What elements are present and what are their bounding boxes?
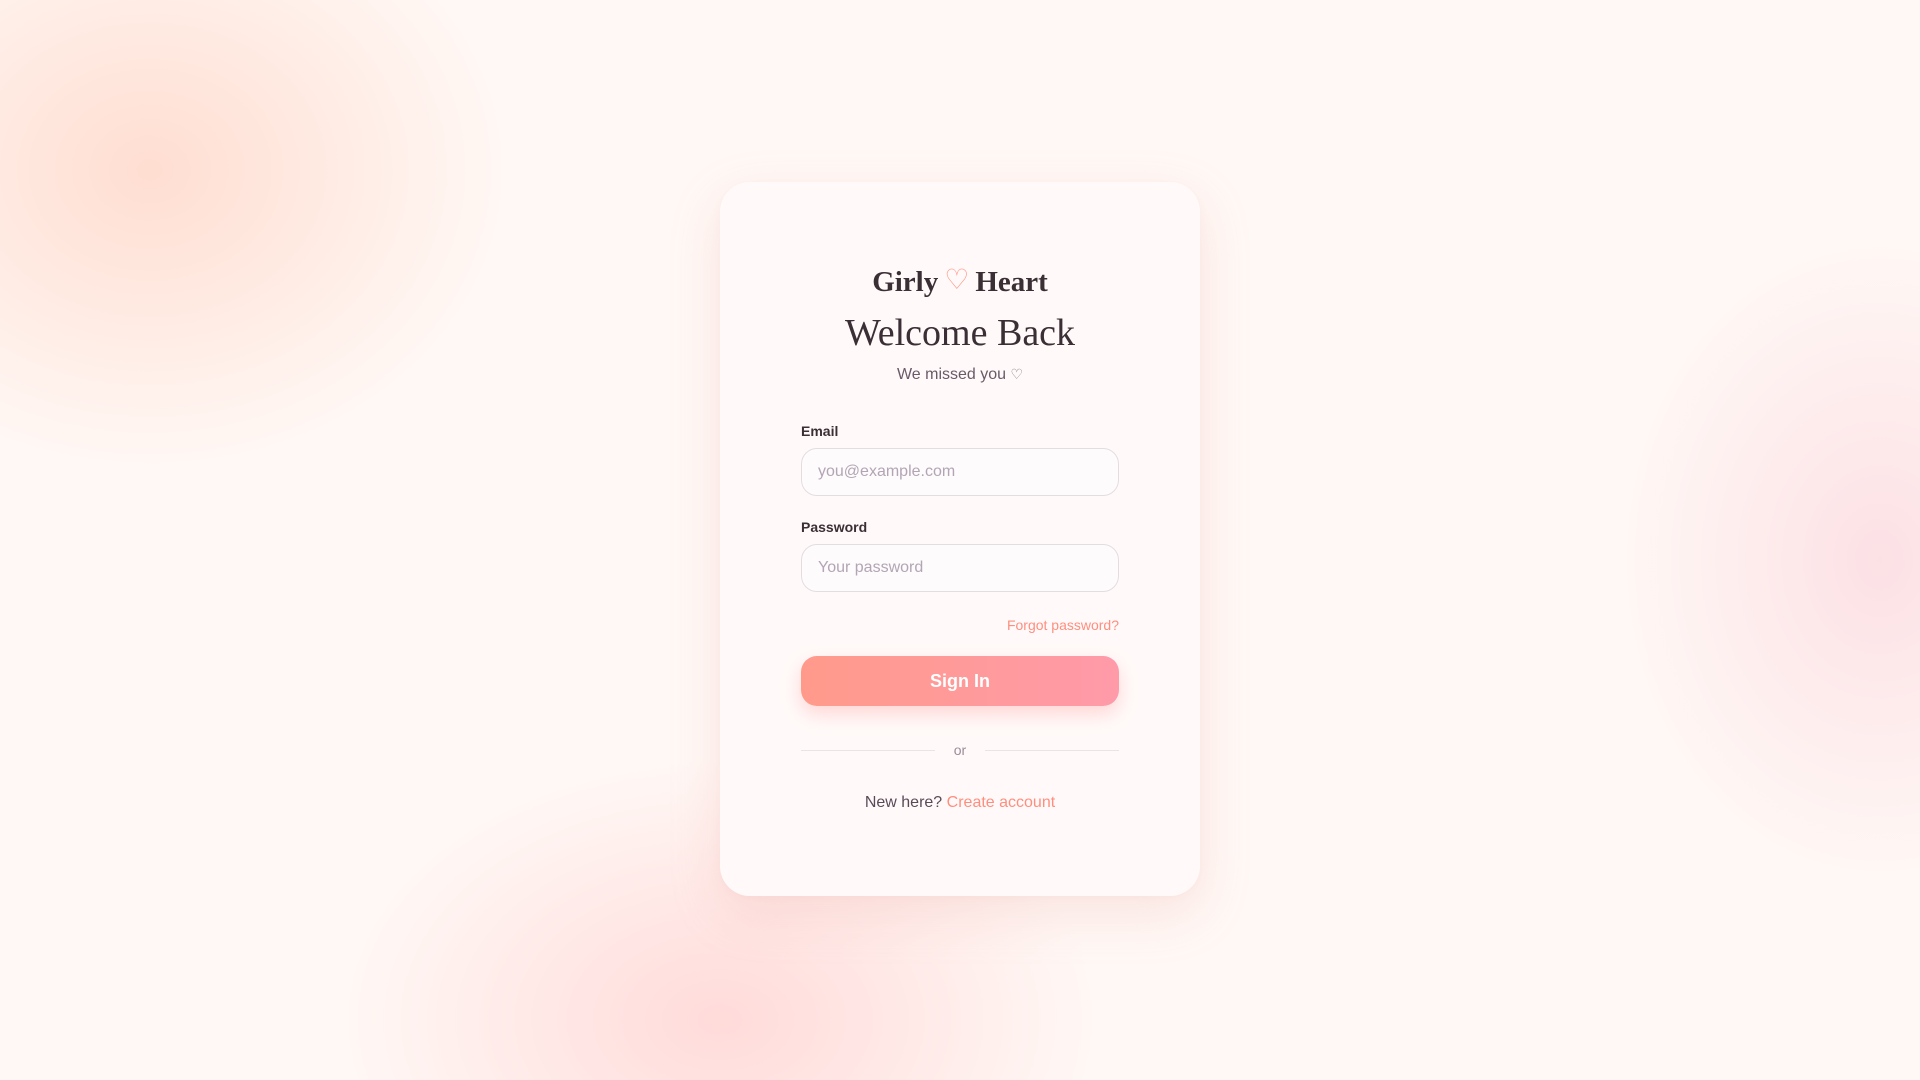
brand-name-right: Heart [975, 266, 1048, 298]
brand-logo: Girly ♡ Heart [720, 266, 1200, 298]
heart-icon: ♡ [944, 263, 970, 296]
subtitle-text: We missed you [896, 366, 1007, 383]
signup-prompt: New here? Create account [720, 795, 1200, 811]
signup-prompt-text: New here? [864, 794, 943, 811]
small-heart-icon: ♡ [1010, 367, 1024, 383]
sign-in-button[interactable]: Sign In [801, 656, 1119, 706]
brand-name-left: Girly [872, 266, 939, 298]
password-field[interactable] [801, 544, 1119, 592]
create-account-link[interactable]: Create account [947, 794, 1056, 811]
page-title: Welcome Back [844, 312, 1076, 354]
or-divider: or [801, 742, 1119, 758]
subtitle: We missed you ♡ [720, 367, 1200, 383]
forgot-password-link[interactable]: Forgot password? [1007, 618, 1119, 632]
email-field[interactable] [801, 448, 1119, 496]
password-label: Password [801, 519, 868, 535]
divider-line-right [985, 750, 1119, 751]
login-card: Girly ♡ Heart Welcome Back We missed you ♡… [720, 182, 1200, 896]
email-label: Email [801, 423, 839, 439]
